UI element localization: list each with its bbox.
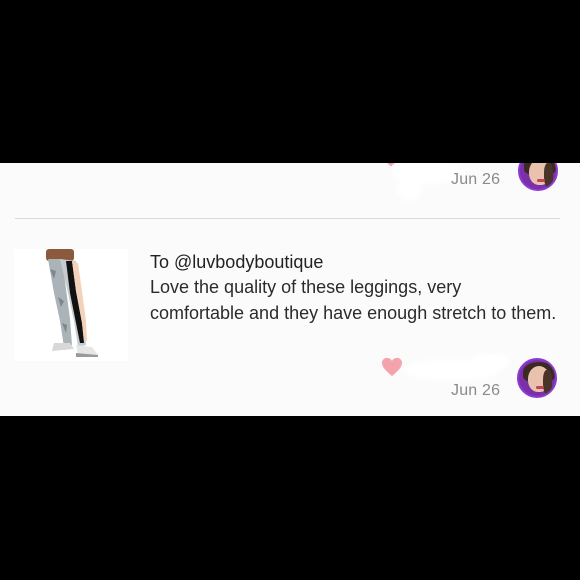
divider: [15, 218, 560, 219]
heart-icon[interactable]: [381, 357, 403, 377]
avatar[interactable]: [517, 358, 557, 398]
review-recipient[interactable]: To @luvbodyboutique: [150, 252, 323, 273]
review-text: Love the quality of these leggings, very…: [150, 277, 557, 323]
leggings-thumbnail: [46, 249, 98, 357]
avatar[interactable]: [518, 163, 558, 191]
previous-review-row: Jun 26: [0, 163, 580, 218]
redacted-likers-blur: [396, 177, 422, 201]
redacted-likers-blur: [470, 353, 510, 371]
review-date: Jun 26: [451, 382, 501, 399]
previous-review-date: Jun 26: [451, 171, 501, 188]
screenshot-frame: Jun 26 To @luvbodyboutique Love the qual…: [0, 0, 580, 580]
reviews-panel: Jun 26 To @luvbodyboutique Love the qual…: [0, 163, 580, 416]
product-thumbnail[interactable]: [14, 249, 128, 361]
